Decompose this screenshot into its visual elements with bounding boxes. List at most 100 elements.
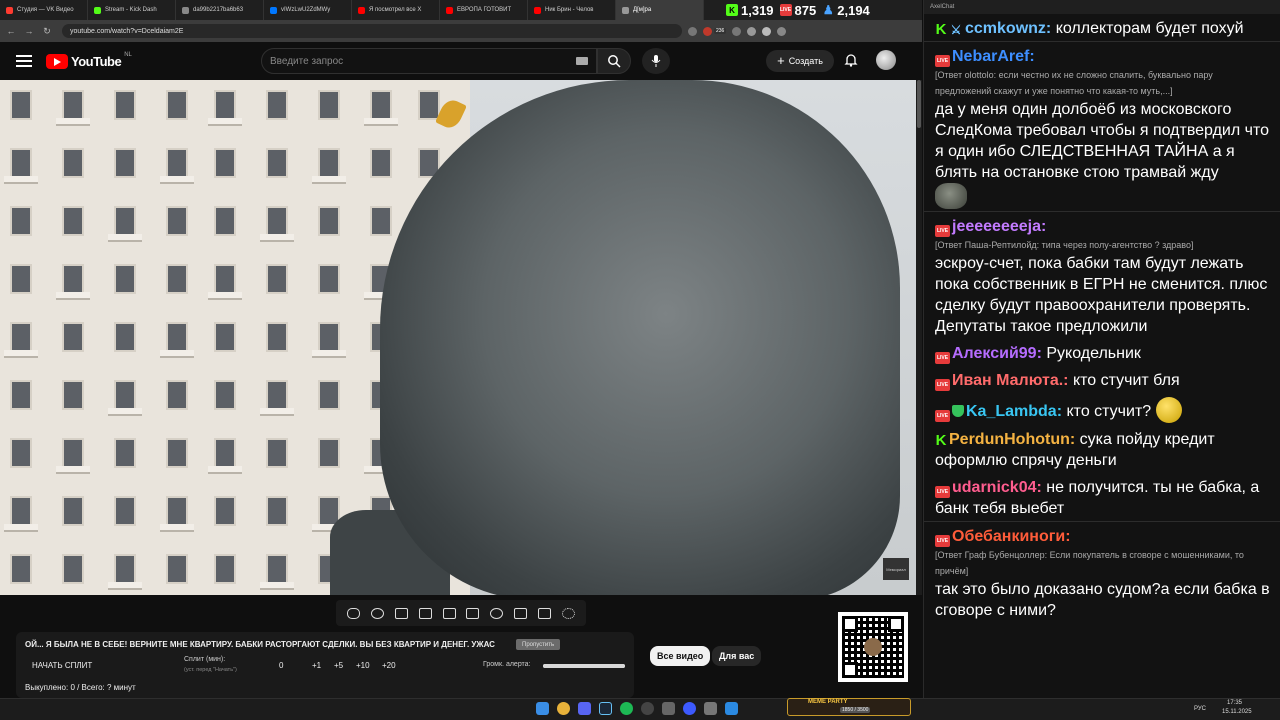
filter-for-you[interactable]: Для вас <box>712 646 762 666</box>
back-icon[interactable]: ← <box>4 24 18 38</box>
url-field[interactable]: youtube.com/watch?v=Dceldaiam2E <box>62 24 682 38</box>
browser-tab[interactable]: Я посмотрел все Х <box>352 0 440 20</box>
obs-icon[interactable] <box>641 702 654 715</box>
chat-username[interactable]: Алексий99: <box>952 345 1042 362</box>
reload-icon[interactable]: ↻ <box>40 24 54 38</box>
moderator-shield-icon <box>952 405 964 417</box>
broadcast-icon[interactable] <box>371 607 385 619</box>
building-window <box>370 148 392 178</box>
qr-finder <box>888 616 904 632</box>
building-window <box>62 90 84 120</box>
chat-message-header: LIVE Алексий99: Рукодельник <box>935 343 1271 364</box>
extension-icon[interactable] <box>703 26 712 36</box>
building-window <box>62 554 84 584</box>
theater-icon[interactable] <box>466 607 480 619</box>
split-add-10-button[interactable]: +10 <box>356 661 370 670</box>
chat-username[interactable]: NebarAref: <box>952 48 1035 65</box>
browser-tab[interactable]: Ник Брин - Челов <box>528 0 616 20</box>
extension-icon[interactable] <box>732 26 742 36</box>
film-icon[interactable] <box>418 607 432 619</box>
alert-volume-slider[interactable] <box>543 664 625 668</box>
building-window <box>10 322 32 352</box>
chat-message-list[interactable]: K ⚔ ccmkownz: коллекторам будет похуй LIVE N… <box>924 14 1280 698</box>
building-window <box>266 496 288 526</box>
building-window <box>10 554 32 584</box>
app-icon[interactable] <box>704 702 717 715</box>
chat-username[interactable]: Ka_Lambda: <box>966 403 1062 420</box>
keyboard-icon[interactable] <box>576 57 588 65</box>
chat-username[interactable]: udarnick04: <box>952 479 1042 496</box>
account-avatar[interactable] <box>876 50 896 70</box>
add-clip-icon[interactable] <box>513 607 527 619</box>
keyboard-language[interactable]: РУС <box>1194 706 1206 712</box>
search-input[interactable]: Введите запрос <box>261 48 597 74</box>
tab-label: vIWzLwU2ZdMWy <box>281 7 331 13</box>
notifications-bell-icon[interactable] <box>843 52 859 68</box>
create-button[interactable]: + Создать <box>766 50 834 72</box>
speed-icon[interactable] <box>490 607 504 619</box>
chat-message-header: LIVE Обебанкиноги: <box>935 526 1271 547</box>
split-add-5-button[interactable]: +5 <box>334 661 343 670</box>
camera-icon[interactable] <box>537 607 551 619</box>
download-icon[interactable] <box>747 26 757 36</box>
spotify-icon[interactable] <box>620 702 633 715</box>
video-player[interactable]: Мемориал <box>0 80 916 595</box>
chat-username[interactable]: PerdunHohotun: <box>949 431 1075 448</box>
chat-username[interactable]: jeeeeeeeeja: <box>952 218 1046 235</box>
split-add-20-button[interactable]: +20 <box>382 661 396 670</box>
browser-tab[interactable]: ЕВРОПА ГОТОВИТ <box>440 0 528 20</box>
telegram-icon[interactable] <box>725 702 738 715</box>
discord-icon[interactable] <box>578 702 591 715</box>
skip-button[interactable]: Пропустить <box>516 639 561 650</box>
extension-icon[interactable] <box>688 26 697 36</box>
kick-badge-icon: K <box>935 432 947 449</box>
building-window <box>114 90 136 120</box>
clock-date[interactable]: 15.11.2025 <box>1222 709 1252 715</box>
menu-icon[interactable] <box>777 26 787 36</box>
steam-icon[interactable] <box>599 702 612 715</box>
building-window <box>166 380 188 410</box>
building-window <box>10 438 32 468</box>
chat-reply-quote: [Ответ olottolo: если честно их не сложн… <box>935 70 1213 96</box>
vk-counter: LIVE 875 <box>779 3 816 18</box>
picture-icon[interactable] <box>442 607 456 619</box>
browser-tab[interactable]: Студия — VK Видео <box>0 0 88 20</box>
media-player-icon[interactable] <box>683 702 696 715</box>
browser-tab[interactable]: Д[м]ра <box>616 0 704 20</box>
scrollbar-thumb[interactable] <box>917 80 921 128</box>
chat-username[interactable]: Обебанкиноги: <box>952 528 1071 545</box>
settings-gear-icon[interactable] <box>561 607 575 619</box>
app-icon[interactable] <box>662 702 675 715</box>
windows-start-icon[interactable] <box>536 702 549 715</box>
profile-icon[interactable] <box>762 26 772 36</box>
screen-capture-icon[interactable] <box>394 607 408 619</box>
building-window <box>114 322 136 352</box>
chat-username[interactable]: ccmkownz: <box>965 20 1051 37</box>
start-split-button[interactable]: НАЧАТЬ СПЛИТ <box>32 661 92 670</box>
browser-tab[interactable]: da99b2217ba6b63 <box>176 0 264 20</box>
building-window <box>370 90 392 120</box>
page-scrollbar[interactable] <box>916 80 922 595</box>
building-window <box>214 264 236 294</box>
forward-icon[interactable]: → <box>22 24 36 38</box>
menu-hamburger-icon[interactable] <box>16 55 32 67</box>
browser-window: Студия — VK Видео Stream - Kick Dash da99b… <box>0 0 922 698</box>
voice-search-button[interactable] <box>642 48 670 74</box>
chat-message: LIVE Обебанкиноги: [Ответ Граф Бубенцоллер… <box>924 521 1280 623</box>
meme-party-widget[interactable]: MEME PARTY 1850 / 3500 <box>787 698 911 716</box>
split-value: 0 <box>279 661 284 670</box>
browser-tab[interactable]: vIWzLwU2ZdMWy <box>264 0 352 20</box>
loop-icon[interactable] <box>347 607 361 619</box>
chat-username[interactable]: Иван Малюта.: <box>952 372 1069 389</box>
building-window <box>370 206 392 236</box>
url-text: youtube.com/watch?v=Dceldaiam2E <box>70 27 184 35</box>
filter-all-videos[interactable]: Все видео <box>650 646 711 666</box>
split-add-1-button[interactable]: +1 <box>312 661 321 670</box>
alert-marquee: ОЙ... Я БЫЛА НЕ В СЕБЕ! ВЕРНИТЕ МНЕ КВАР… <box>25 640 495 649</box>
search-button[interactable] <box>597 48 631 74</box>
clock-time[interactable]: 17:35 <box>1227 700 1242 706</box>
building-window <box>214 554 236 584</box>
youtube-logo[interactable]: YouTube NL <box>46 52 132 69</box>
browser-tab[interactable]: Stream - Kick Dash <box>88 0 176 20</box>
chrome-icon[interactable] <box>557 702 570 715</box>
